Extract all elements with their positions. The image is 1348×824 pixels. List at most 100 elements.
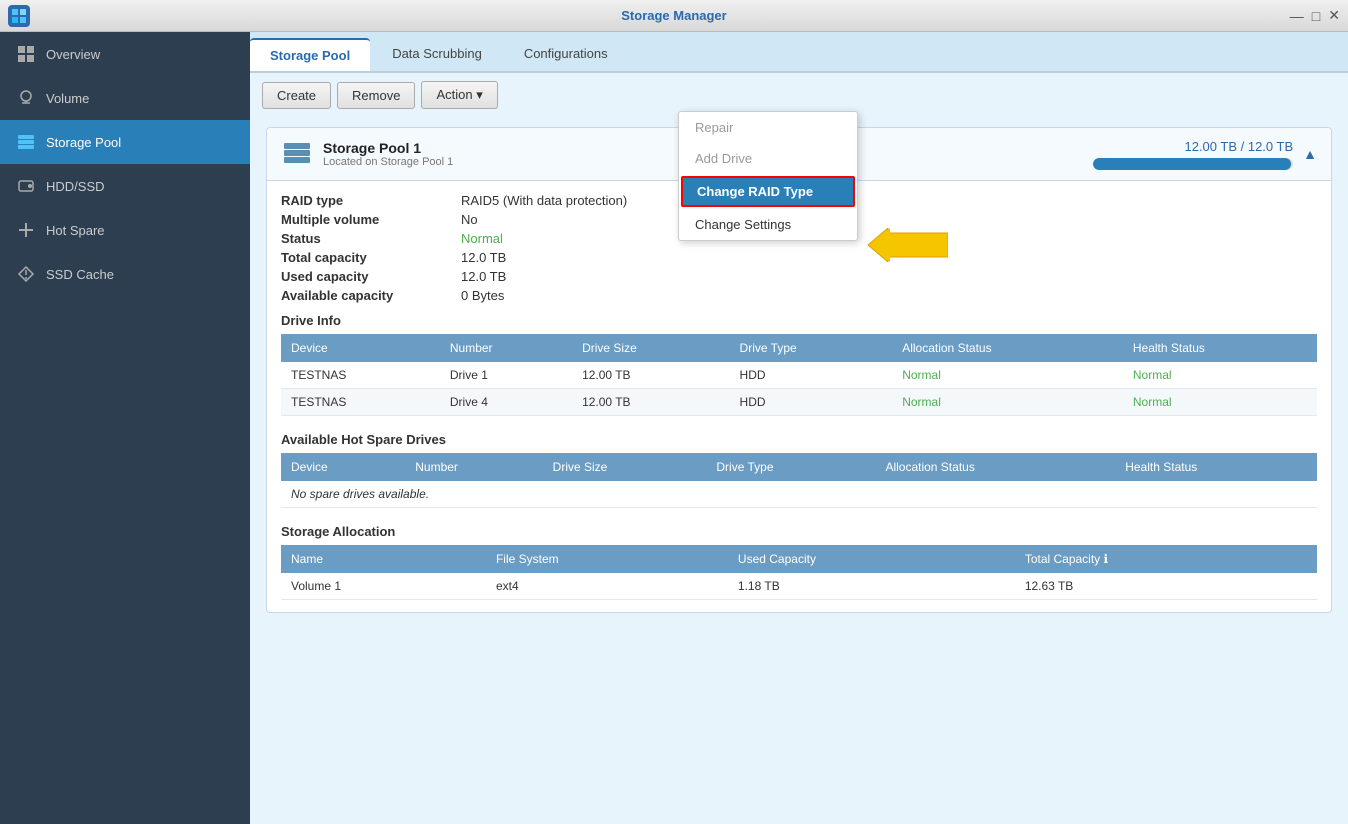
- sidebar-item-overview[interactable]: Overview: [0, 32, 250, 76]
- used-capacity-value: 12.0 TB: [461, 269, 506, 284]
- tab-storage-pool[interactable]: Storage Pool: [250, 38, 370, 71]
- sidebar-label-volume: Volume: [46, 91, 89, 106]
- minimize-icon[interactable]: —: [1290, 8, 1304, 24]
- col-number: Number: [440, 334, 572, 362]
- detail-row-available-capacity: Available capacity 0 Bytes: [281, 288, 1317, 303]
- sidebar-item-volume[interactable]: Volume: [0, 76, 250, 120]
- sa-col-used: Used Capacity: [728, 545, 1015, 573]
- sidebar-label-ssd-cache: SSD Cache: [46, 267, 114, 282]
- sa-col-filesystem: File System: [486, 545, 728, 573]
- available-capacity-label: Available capacity: [281, 288, 461, 303]
- sidebar-label-hot-spare: Hot Spare: [46, 223, 105, 238]
- raid-type-label: RAID type: [281, 193, 461, 208]
- hot-spare-no-data-row: No spare drives available.: [281, 481, 1317, 508]
- available-capacity-value: 0 Bytes: [461, 288, 504, 303]
- close-icon[interactable]: ✕: [1328, 7, 1340, 24]
- hs-col-device: Device: [281, 453, 405, 481]
- remove-button[interactable]: Remove: [337, 82, 415, 109]
- hs-col-type: Drive Type: [706, 453, 875, 481]
- hdd-icon: [16, 176, 36, 196]
- pool-capacity-bar: 12.00 TB / 12.0 TB: [1093, 139, 1293, 170]
- storage-pool-icon: [16, 132, 36, 152]
- status-value: Normal: [461, 231, 503, 246]
- tab-configurations[interactable]: Configurations: [504, 38, 628, 71]
- capacity-text: 12.00 TB / 12.0 TB: [1093, 139, 1293, 154]
- hs-col-allocation: Allocation Status: [875, 453, 1115, 481]
- arrow-indicator: [868, 228, 948, 265]
- sidebar-label-overview: Overview: [46, 47, 100, 62]
- storage-allocation-table: Name File System Used Capacity Total Cap…: [281, 545, 1317, 600]
- hot-spare-table: Device Number Drive Size Drive Type Allo…: [281, 453, 1317, 508]
- grid-icon: [16, 44, 36, 64]
- hs-col-number: Number: [405, 453, 542, 481]
- capacity-bar-fill: [1093, 158, 1291, 170]
- detail-row-total-capacity: Total capacity 12.0 TB: [281, 250, 1317, 265]
- raid-type-value: RAID5 (With data protection): [461, 193, 627, 208]
- drive1-device: TESTNAS: [281, 362, 440, 389]
- drive2-device: TESTNAS: [281, 389, 440, 416]
- tab-data-scrubbing[interactable]: Data Scrubbing: [372, 38, 502, 71]
- collapse-button[interactable]: ▲: [1303, 146, 1317, 162]
- volume-icon: [16, 88, 36, 108]
- app-icon: [8, 5, 30, 27]
- drive-info-header-row: Device Number Drive Size Drive Type Allo…: [281, 334, 1317, 362]
- dropdown-item-repair[interactable]: Repair: [679, 112, 857, 143]
- storage-allocation-row-1: Volume 1 ext4 1.18 TB 12.63 TB: [281, 573, 1317, 600]
- drive2-type: HDD: [730, 389, 893, 416]
- drive-row-2: TESTNAS Drive 4 12.00 TB HDD Normal Norm…: [281, 389, 1317, 416]
- storage-allocation-header-row: Name File System Used Capacity Total Cap…: [281, 545, 1317, 573]
- drive2-number: Drive 4: [440, 389, 572, 416]
- hot-spare-icon: [16, 220, 36, 240]
- sidebar-item-hdd-ssd[interactable]: HDD/SSD: [0, 164, 250, 208]
- ssd-cache-icon: [16, 264, 36, 284]
- col-health-status: Health Status: [1123, 334, 1317, 362]
- action-dropdown-button[interactable]: Action ▾: [421, 81, 497, 109]
- col-drive-type: Drive Type: [730, 334, 893, 362]
- sidebar-label-storage-pool: Storage Pool: [46, 135, 121, 150]
- drive-row-1: TESTNAS Drive 1 12.00 TB HDD Normal Norm…: [281, 362, 1317, 389]
- restore-icon[interactable]: □: [1312, 8, 1320, 24]
- main-content: Storage Pool Data Scrubbing Configuratio…: [250, 32, 1348, 824]
- hs-col-size: Drive Size: [543, 453, 707, 481]
- drive1-health: Normal: [1123, 362, 1317, 389]
- pool-card-icon: [281, 138, 313, 170]
- sa-name: Volume 1: [281, 573, 486, 600]
- sa-col-name: Name: [281, 545, 486, 573]
- sa-filesystem: ext4: [486, 573, 728, 600]
- capacity-bar-bg: [1093, 158, 1293, 170]
- storage-allocation-title: Storage Allocation: [281, 524, 1317, 539]
- create-button[interactable]: Create: [262, 82, 331, 109]
- pool-details: RAID type RAID5 (With data protection) M…: [267, 181, 1331, 612]
- drive2-health: Normal: [1123, 389, 1317, 416]
- drive-info-title: Drive Info: [281, 313, 1317, 328]
- sa-col-total: Total Capacity ℹ: [1015, 545, 1317, 573]
- sidebar-item-ssd-cache[interactable]: SSD Cache: [0, 252, 250, 296]
- drive-info-table: Device Number Drive Size Drive Type Allo…: [281, 334, 1317, 416]
- sidebar-label-hdd-ssd: HDD/SSD: [46, 179, 105, 194]
- action-dropdown-menu: Repair Add Drive Change RAID Type Change…: [678, 111, 858, 241]
- sidebar-item-hot-spare[interactable]: Hot Spare: [0, 208, 250, 252]
- drive2-size: 12.00 TB: [572, 389, 729, 416]
- total-capacity-label: Total capacity: [281, 250, 461, 265]
- drive1-size: 12.00 TB: [572, 362, 729, 389]
- drive2-allocation: Normal: [892, 389, 1123, 416]
- dropdown-item-add-drive[interactable]: Add Drive: [679, 143, 857, 174]
- hot-spare-no-data-message: No spare drives available.: [281, 481, 1317, 508]
- multiple-volume-value: No: [461, 212, 478, 227]
- col-device: Device: [281, 334, 440, 362]
- total-capacity-value: 12.0 TB: [461, 250, 506, 265]
- tab-bar: Storage Pool Data Scrubbing Configuratio…: [250, 32, 1348, 73]
- sa-total: 12.63 TB: [1015, 573, 1317, 600]
- hot-spare-title: Available Hot Spare Drives: [281, 432, 1317, 447]
- drive1-allocation: Normal: [892, 362, 1123, 389]
- title-bar: Storage Manager — □ ✕: [0, 0, 1348, 32]
- used-capacity-label: Used capacity: [281, 269, 461, 284]
- sidebar-item-storage-pool[interactable]: Storage Pool: [0, 120, 250, 164]
- app-container: Overview Volume Storage Pool HDD/SSD Hot…: [0, 32, 1348, 824]
- dropdown-item-change-settings[interactable]: Change Settings: [679, 209, 857, 240]
- status-label: Status: [281, 231, 461, 246]
- drive1-number: Drive 1: [440, 362, 572, 389]
- dropdown-item-change-raid-type[interactable]: Change RAID Type: [681, 176, 855, 207]
- detail-row-used-capacity: Used capacity 12.0 TB: [281, 269, 1317, 284]
- multiple-volume-label: Multiple volume: [281, 212, 461, 227]
